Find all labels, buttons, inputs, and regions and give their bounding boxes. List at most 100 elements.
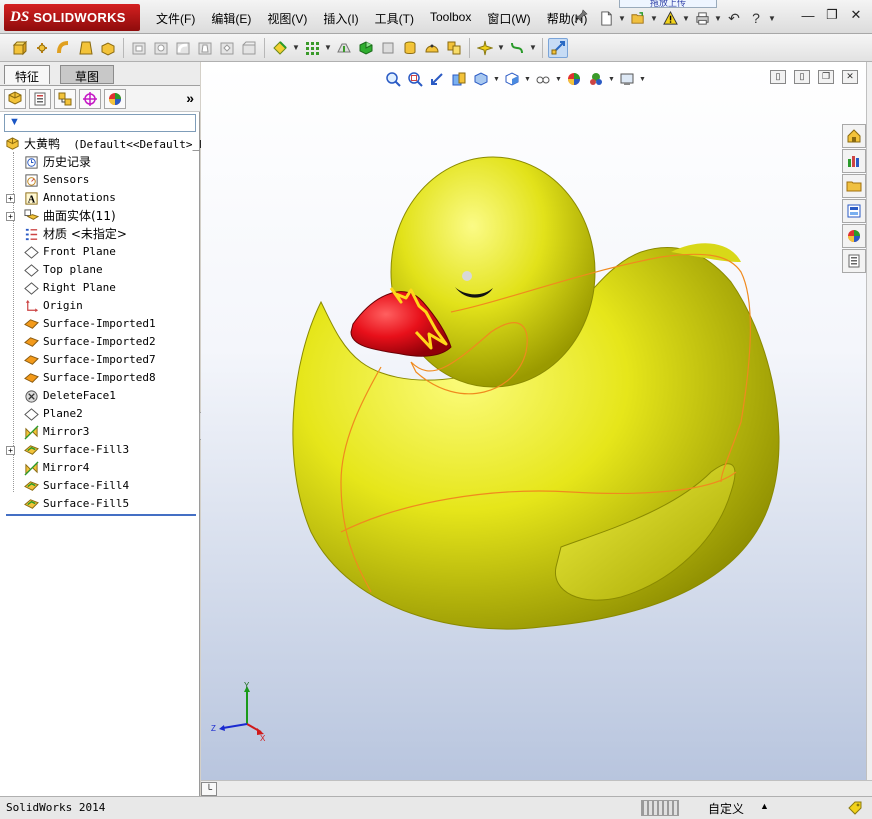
- design-library-icon[interactable]: [842, 149, 866, 173]
- tree-item[interactable]: Surface-Imported7: [0, 351, 200, 369]
- scroll-left-button[interactable]: └: [201, 782, 217, 796]
- intersect-icon[interactable]: [378, 38, 398, 58]
- file-explorer-icon[interactable]: [842, 174, 866, 198]
- tab-features[interactable]: 特征: [4, 65, 51, 84]
- menu-file[interactable]: 文件(F): [148, 8, 203, 29]
- view-palette-icon[interactable]: [842, 199, 866, 223]
- fillet-icon[interactable]: [270, 38, 290, 58]
- zoom-to-fit-icon[interactable]: [383, 69, 403, 89]
- doc-restore-icon[interactable]: ❐: [818, 70, 834, 84]
- more-managers-button[interactable]: »: [186, 90, 194, 106]
- hide-show-dropdown-icon[interactable]: ▼: [555, 76, 562, 83]
- tree-item[interactable]: Right Plane: [0, 279, 200, 297]
- dynamic-annotation-icon[interactable]: [471, 69, 491, 89]
- dome-icon[interactable]: [422, 38, 442, 58]
- reference-geometry-icon[interactable]: [475, 38, 495, 58]
- tree-item[interactable]: Surface-Imported8: [0, 369, 200, 387]
- unit-system-selector[interactable]: 自定义: [708, 800, 744, 817]
- tree-item[interactable]: + 曲面实体(11): [0, 207, 200, 225]
- pattern-dropdown-icon[interactable]: ▼: [324, 43, 332, 52]
- tree-item[interactable]: Sensors: [0, 171, 200, 189]
- print-dropdown-icon[interactable]: ▼: [714, 8, 722, 28]
- open-dropdown-icon[interactable]: ▼: [650, 8, 658, 28]
- cut-loft-icon[interactable]: [195, 38, 215, 58]
- undo-icon[interactable]: ↶: [724, 8, 744, 28]
- open-document-icon[interactable]: [628, 8, 648, 28]
- extrude-icon[interactable]: [10, 38, 30, 58]
- cut-boundary-icon[interactable]: [217, 38, 237, 58]
- loft-icon[interactable]: [76, 38, 96, 58]
- unit-system-up-icon[interactable]: ▲: [760, 801, 769, 811]
- rebuild-warning-icon[interactable]: [660, 8, 680, 28]
- tree-item[interactable]: Mirror3: [0, 423, 200, 441]
- custom-properties-icon[interactable]: [842, 249, 866, 273]
- menu-view[interactable]: 视图(V): [259, 8, 315, 29]
- tree-item[interactable]: + Surface-Fill3: [0, 441, 200, 459]
- wrap-icon[interactable]: [400, 38, 420, 58]
- tree-item[interactable]: 材质 <未指定>: [0, 225, 200, 243]
- view-orientation-icon[interactable]: [502, 69, 522, 89]
- close-icon[interactable]: ✕: [846, 6, 866, 24]
- draft-icon[interactable]: [356, 38, 376, 58]
- tree-item[interactable]: Surface-Fill4: [0, 477, 200, 495]
- rollback-bar[interactable]: [6, 514, 196, 516]
- menu-edit[interactable]: 编辑(E): [203, 8, 259, 29]
- tree-item[interactable]: Mirror4: [0, 459, 200, 477]
- menu-tools[interactable]: 工具(T): [367, 8, 422, 29]
- configuration-manager-icon[interactable]: [54, 88, 76, 109]
- tree-filter-field[interactable]: ▼: [4, 114, 196, 132]
- tree-item[interactable]: 历史记录: [0, 153, 200, 171]
- solidworks-logo[interactable]: DS SOLIDWORKS: [4, 4, 140, 31]
- tree-item[interactable]: DeleteFace1: [0, 387, 200, 405]
- tree-item[interactable]: Origin: [0, 297, 200, 315]
- tree-item[interactable]: + A Annotations: [0, 189, 200, 207]
- previous-view-icon[interactable]: [427, 69, 447, 89]
- rib-icon[interactable]: [334, 38, 354, 58]
- tile-left-icon[interactable]: ▯: [770, 70, 786, 84]
- new-dropdown-icon[interactable]: ▼: [618, 8, 626, 28]
- expand-icon[interactable]: +: [6, 212, 15, 221]
- tree-item[interactable]: Surface-Imported1: [0, 315, 200, 333]
- display-manager-icon[interactable]: [104, 88, 126, 109]
- tree-item[interactable]: Top plane: [0, 261, 200, 279]
- rebuild-dropdown-icon[interactable]: ▼: [682, 8, 690, 28]
- tree-item[interactable]: Surface-Imported2: [0, 333, 200, 351]
- scene-dropdown-icon[interactable]: ▼: [608, 76, 615, 83]
- instant3d-icon[interactable]: [548, 37, 568, 58]
- cut-revolve-icon[interactable]: [151, 38, 171, 58]
- tile-right-icon[interactable]: ▯: [794, 70, 810, 84]
- doc-close-icon[interactable]: ✕: [842, 70, 858, 84]
- view-settings-dropdown-icon[interactable]: ▼: [639, 76, 646, 83]
- graphics-viewport[interactable]: ▼ ▼ ▼ ▼ ▼ ▯ ▯ ❐ ✕ Y Z X: [201, 62, 866, 780]
- feature-manager-icon[interactable]: [4, 88, 26, 109]
- expand-icon[interactable]: +: [6, 446, 15, 455]
- hide-show-items-icon[interactable]: [533, 69, 553, 89]
- section-view-icon[interactable]: [449, 69, 469, 89]
- quick-tips-tag-icon[interactable]: [846, 799, 864, 817]
- reference-dropdown-icon[interactable]: ▼: [497, 43, 505, 52]
- zoom-to-area-icon[interactable]: [405, 69, 425, 89]
- expand-icon[interactable]: +: [6, 194, 15, 203]
- combine-icon[interactable]: [444, 38, 464, 58]
- menu-toolbox[interactable]: Toolbox: [422, 8, 479, 29]
- restore-icon[interactable]: ❐: [822, 6, 842, 24]
- viewport-horizontal-scroll[interactable]: └: [201, 780, 872, 796]
- curves-dropdown-icon[interactable]: ▼: [529, 43, 537, 52]
- fillet-dropdown-icon[interactable]: ▼: [292, 43, 300, 52]
- menu-insert[interactable]: 插入(I): [315, 8, 366, 29]
- revolve-icon[interactable]: [32, 38, 52, 58]
- property-manager-icon[interactable]: [29, 88, 51, 109]
- tree-item[interactable]: Surface-Fill5: [0, 495, 200, 513]
- boundary-icon[interactable]: [98, 38, 118, 58]
- appearances-scenes-icon[interactable]: [842, 224, 866, 248]
- dimxpert-manager-icon[interactable]: [79, 88, 101, 109]
- display-style-dropdown-icon[interactable]: ▼: [524, 76, 531, 83]
- curves-icon[interactable]: [507, 38, 527, 58]
- print-icon[interactable]: [692, 8, 712, 28]
- apply-scene-icon[interactable]: [586, 69, 606, 89]
- view-settings-icon[interactable]: [617, 69, 637, 89]
- help-dropdown-icon[interactable]: ▼: [768, 8, 776, 28]
- help-icon[interactable]: ?: [746, 8, 766, 28]
- pin-menu-icon[interactable]: [574, 9, 588, 23]
- view-orientation-dropdown-icon[interactable]: ▼: [493, 76, 500, 83]
